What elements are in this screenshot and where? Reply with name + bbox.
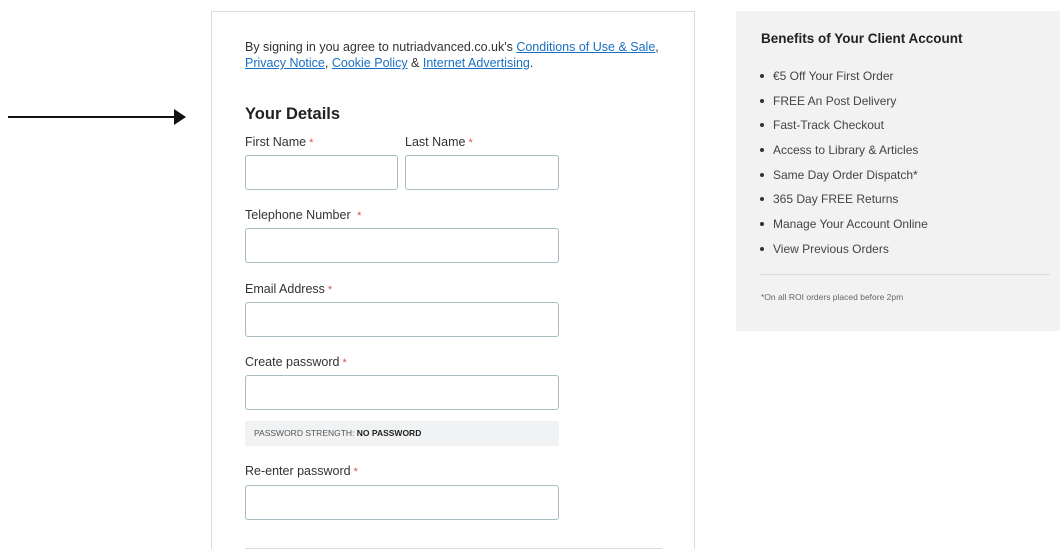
bullet-icon	[760, 123, 764, 128]
privacy-notice-link[interactable]: Privacy Notice	[245, 56, 325, 70]
benefit-item-text: Fast-Track Checkout	[773, 118, 884, 133]
benefit-item: FREE An Post Delivery	[760, 91, 928, 116]
last-name-input[interactable]	[405, 155, 559, 190]
cookie-policy-link[interactable]: Cookie Policy	[332, 56, 408, 70]
benefits-panel: Benefits of Your Client Account €5 Off Y…	[736, 11, 1060, 331]
benefit-item-text: FREE An Post Delivery	[773, 93, 897, 108]
first-name-label-text: First Name	[245, 135, 307, 149]
email-input[interactable]	[245, 302, 559, 337]
required-asterisk: *	[309, 137, 314, 149]
benefit-item: View Previous Orders	[760, 239, 928, 264]
bullet-icon	[760, 147, 764, 152]
bullet-icon	[760, 172, 764, 177]
benefit-item: €5 Off Your First Order	[760, 66, 928, 91]
bullet-icon	[760, 197, 764, 202]
benefit-item: Same Day Order Dispatch*	[760, 165, 928, 190]
agreement-prefix: By signing in you agree to nutriadvanced…	[245, 40, 517, 54]
arrow-head	[174, 109, 186, 125]
internet-advertising-link[interactable]: Internet Advertising	[423, 56, 530, 70]
benefit-item: Manage Your Account Online	[760, 214, 928, 239]
benefit-item-text: 365 Day FREE Returns	[773, 192, 899, 207]
agreement-suffix: .	[529, 56, 534, 70]
reenter-password-label: Re-enter password *	[245, 464, 358, 478]
agreement-text: By signing in you agree to nutriadvanced…	[245, 39, 675, 71]
section-title-your-details: Your Details	[245, 105, 341, 123]
reenter-password-input[interactable]	[245, 485, 559, 520]
agreement-separator: &	[407, 56, 423, 70]
first-name-input[interactable]	[245, 155, 398, 190]
reenter-password-label-text: Re-enter password	[245, 464, 351, 478]
required-asterisk: *	[357, 210, 362, 222]
benefits-footnote: *On all ROI orders placed before 2pm	[761, 292, 904, 302]
create-password-label: Create password *	[245, 355, 347, 369]
arrow-shaft	[8, 116, 176, 118]
benefit-item: Access to Library & Articles	[760, 140, 928, 165]
bullet-icon	[760, 246, 764, 251]
password-strength-value: NO PASSWORD	[356, 428, 422, 438]
benefit-item-text: Same Day Order Dispatch*	[773, 167, 918, 182]
required-asterisk: *	[342, 357, 347, 369]
benefit-item: 365 Day FREE Returns	[760, 189, 928, 214]
agreement-separator: ,	[655, 40, 659, 54]
telephone-label: Telephone Number *	[245, 208, 361, 222]
pointer-arrow-icon	[8, 109, 186, 125]
conditions-of-use-link[interactable]: Conditions of Use & Sale	[516, 40, 655, 54]
last-name-label-text: Last Name	[405, 135, 466, 149]
bullet-icon	[760, 98, 764, 103]
benefits-list: €5 Off Your First Order FREE An Post Del…	[760, 66, 928, 264]
benefit-item-text: View Previous Orders	[773, 241, 889, 256]
telephone-label-text: Telephone Number	[245, 208, 355, 222]
agreement-separator: ,	[324, 56, 332, 70]
benefit-item-text: €5 Off Your First Order	[773, 69, 894, 83]
benefits-divider	[760, 274, 1050, 275]
telephone-input[interactable]	[245, 228, 559, 263]
bullet-icon	[760, 221, 764, 226]
benefits-title: Benefits of Your Client Account	[761, 31, 963, 46]
required-asterisk: *	[327, 284, 333, 296]
email-label: Email Address *	[245, 282, 332, 296]
benefit-item-text: Manage Your Account Online	[773, 217, 928, 232]
registration-form-card: By signing in you agree to nutriadvanced…	[211, 11, 695, 549]
first-name-label: First Name *	[245, 135, 313, 149]
bullet-icon	[760, 73, 764, 78]
required-asterisk: *	[468, 137, 473, 149]
create-password-label-text: Create password	[245, 355, 340, 369]
email-label-text: Email Address	[245, 282, 325, 296]
password-strength-meter: PASSWORD STRENGTH: NO PASSWORD	[245, 421, 559, 446]
required-asterisk: *	[353, 466, 358, 478]
password-strength-label: PASSWORD STRENGTH:	[254, 428, 357, 438]
create-password-input[interactable]	[245, 375, 559, 410]
benefit-item-text: Access to Library & Articles	[773, 143, 919, 158]
last-name-label: Last Name *	[405, 135, 473, 149]
benefit-item: Fast-Track Checkout	[760, 115, 928, 140]
